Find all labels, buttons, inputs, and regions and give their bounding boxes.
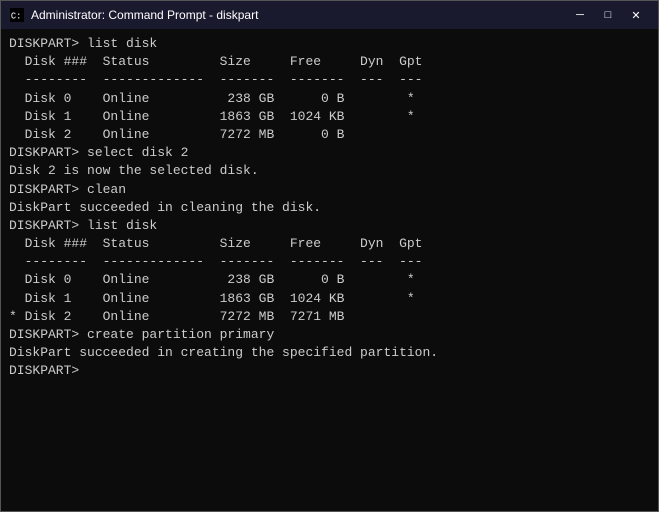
title-bar: C: Administrator: Command Prompt - diskp…: [1, 1, 658, 29]
console-line: Disk 1 Online 1863 GB 1024 KB *: [9, 108, 650, 126]
window: C: Administrator: Command Prompt - diskp…: [0, 0, 659, 512]
console-line: Disk 2 is now the selected disk.: [9, 162, 650, 180]
window-title: Administrator: Command Prompt - diskpart: [31, 8, 566, 22]
console-line: Disk ### Status Size Free Dyn Gpt: [9, 53, 650, 71]
console-line: -------- ------------- ------- ------- -…: [9, 253, 650, 271]
window-controls: ─ □ ✕: [566, 1, 650, 29]
console-line: DISKPART> clean: [9, 181, 650, 199]
console-line: DISKPART>: [9, 362, 650, 380]
svg-text:C:: C:: [11, 12, 22, 22]
console-line: Disk 0 Online 238 GB 0 B *: [9, 271, 650, 289]
console-line: DISKPART> select disk 2: [9, 144, 650, 162]
console-line: Disk 1 Online 1863 GB 1024 KB *: [9, 290, 650, 308]
console-line: DiskPart succeeded in cleaning the disk.: [9, 199, 650, 217]
console-output[interactable]: DISKPART> list disk Disk ### Status Size…: [1, 29, 658, 511]
console-line: DiskPart succeeded in creating the speci…: [9, 344, 650, 362]
console-line: DISKPART> list disk: [9, 35, 650, 53]
console-line: DISKPART> list disk: [9, 217, 650, 235]
maximize-button[interactable]: □: [594, 1, 622, 29]
console-line: Disk 0 Online 238 GB 0 B *: [9, 90, 650, 108]
close-button[interactable]: ✕: [622, 1, 650, 29]
console-line: DISKPART> create partition primary: [9, 326, 650, 344]
minimize-button[interactable]: ─: [566, 1, 594, 29]
console-line: Disk 2 Online 7272 MB 0 B: [9, 126, 650, 144]
console-line: Disk ### Status Size Free Dyn Gpt: [9, 235, 650, 253]
cmd-icon: C:: [9, 7, 25, 23]
console-line: * Disk 2 Online 7272 MB 7271 MB: [9, 308, 650, 326]
console-line: -------- ------------- ------- ------- -…: [9, 71, 650, 89]
